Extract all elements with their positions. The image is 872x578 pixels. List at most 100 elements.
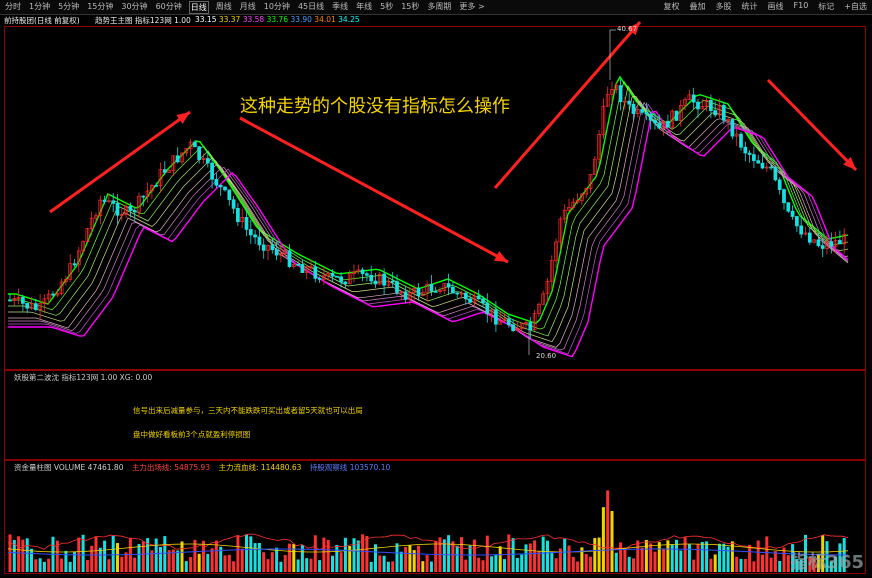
volume-bar-104	[455, 545, 459, 572]
volume-bar-121	[528, 543, 532, 572]
candle-body-151	[657, 122, 662, 129]
volume-bar-5	[30, 548, 33, 572]
volume-panel-title: 资金量柱图 VOLUME 47461.80 主力出场线: 54875.93 主力…	[14, 462, 390, 473]
volume-bar-144	[627, 556, 631, 572]
volume-bar-44	[197, 553, 201, 572]
volume-bar-102	[447, 535, 451, 572]
volume-bar-147	[640, 547, 644, 572]
candle-body-89	[390, 280, 395, 283]
candle-body-43	[193, 141, 197, 148]
volume-bar-23	[107, 559, 111, 572]
volume-bar-150	[653, 551, 657, 572]
candle-body-189	[820, 245, 825, 249]
candle-body-145	[631, 103, 636, 114]
volume-bar-46	[206, 553, 210, 572]
volume-bar-166	[722, 543, 726, 572]
candle-body-147	[640, 109, 644, 113]
candle-body-59	[261, 244, 266, 251]
volume-bar-0	[8, 534, 12, 572]
volume-bar-143	[623, 547, 627, 572]
candle-body-164	[713, 110, 718, 116]
candle-body-102	[446, 283, 451, 288]
candle-body-10	[51, 293, 55, 296]
volume-bar-67	[296, 559, 300, 572]
candle-body-92	[403, 291, 408, 300]
volume-bar-135	[589, 556, 592, 572]
hold-observe-line: 持股观察线 103570.10	[309, 463, 391, 472]
candle-body-83	[365, 273, 369, 276]
volume-bar-47	[210, 548, 214, 572]
candle-body-57	[253, 234, 257, 238]
candle-body-182	[790, 210, 795, 217]
candle-body-159	[691, 94, 696, 103]
candle-body-175	[760, 162, 765, 169]
candle-body-179	[777, 179, 782, 190]
candle-body-193	[838, 240, 842, 245]
volume-bar-137	[597, 537, 601, 572]
volume-bar-129	[563, 538, 567, 572]
volume-bar-132	[576, 561, 580, 572]
candle-body-186	[807, 232, 812, 243]
volume-bar-136	[593, 538, 597, 572]
candle-body-50	[223, 186, 227, 191]
arrow-up-left-shaft	[49, 110, 191, 214]
volume-bar-151	[657, 542, 661, 572]
candle-body-84	[369, 274, 374, 282]
candle-body-155	[674, 110, 679, 121]
indicator-panel-title: 妖股第二波沈 指标123网 1.00 XG: 0.00	[14, 373, 153, 382]
volume-bar-142	[619, 542, 623, 572]
candle-body-163	[709, 100, 713, 111]
volume-bar-99	[434, 540, 438, 572]
candlestick-chart[interactable]	[0, 0, 872, 578]
candle-body-24	[111, 200, 116, 204]
volume-bar-71	[313, 535, 317, 572]
candle-body-36	[162, 169, 167, 173]
volume-bar-148	[644, 539, 648, 572]
volume-bar-40	[180, 541, 184, 572]
volume-bar-170	[739, 558, 743, 572]
volume-bar-108	[472, 539, 476, 572]
volume-bar-64	[283, 555, 287, 572]
candle-body-28	[128, 206, 133, 211]
volume-bar-171	[743, 558, 747, 572]
candle-body-177	[769, 166, 773, 169]
volume-bar-60	[266, 559, 270, 572]
candle-body-46	[205, 158, 210, 164]
volume-bar-96	[421, 561, 425, 572]
volume-bar-127	[554, 558, 558, 572]
volume-bar-54	[240, 548, 244, 572]
candle-body-150	[653, 119, 657, 124]
volume-bar-59	[262, 552, 266, 572]
volume-bar-156	[679, 550, 683, 572]
volume-bar-177	[769, 557, 773, 572]
volume-bar-62	[275, 547, 279, 572]
volume-bar-76	[335, 544, 339, 572]
volume-bar-169	[735, 556, 739, 572]
volume-bar-41	[184, 561, 188, 572]
volume-bar-35	[159, 546, 162, 572]
volume-bar-95	[417, 545, 420, 572]
volume-bar-140	[610, 511, 614, 572]
volume-bar-72	[318, 560, 322, 572]
volume-bar-9	[47, 558, 51, 572]
volume-bar-125	[546, 540, 549, 572]
volume-bar-84	[369, 561, 373, 572]
candle-body-25	[115, 203, 120, 216]
candle-body-121	[528, 322, 533, 331]
high-price-label: 40.67	[617, 25, 638, 33]
candle-body-31	[141, 195, 146, 198]
volume-bar-43	[193, 539, 197, 572]
candle-body-0	[8, 299, 12, 302]
candle-body-184	[799, 225, 804, 235]
candle-body-78	[343, 281, 348, 285]
candle-body-47	[210, 162, 214, 180]
volume-bar-134	[584, 554, 588, 572]
volume-bar-160	[696, 544, 700, 572]
candle-body-106	[463, 292, 468, 300]
candle-body-65	[287, 250, 292, 267]
volume-bar-116	[507, 534, 511, 572]
volume-bar-152	[662, 548, 666, 572]
volume-bar-91	[399, 551, 403, 572]
arrow-down-mid-shaft	[239, 116, 509, 264]
volume-bar-58	[257, 542, 261, 572]
